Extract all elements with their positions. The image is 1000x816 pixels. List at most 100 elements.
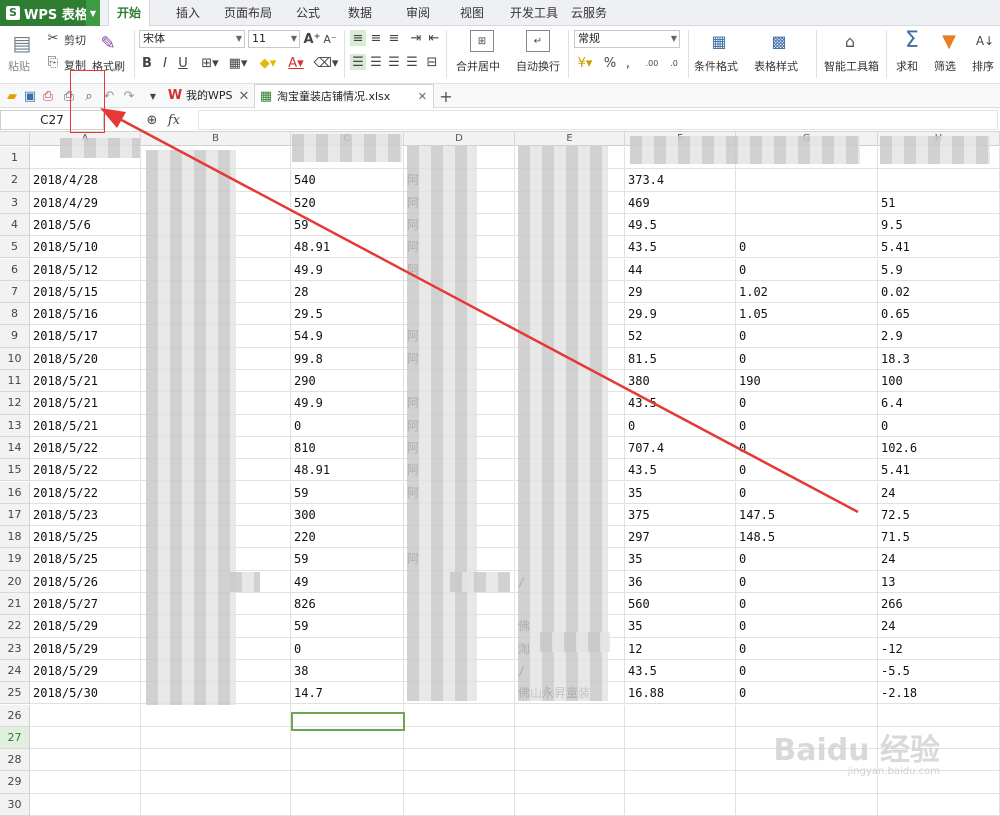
toolbox-icon[interactable]: ⌂ — [838, 30, 862, 52]
row-header[interactable]: 7 — [0, 280, 30, 304]
spreadsheet-grid[interactable]: ABCDEFGH122018/4/28540阿373.432018/4/2952… — [0, 132, 1000, 816]
cell-H5[interactable]: 5.41 — [878, 236, 1000, 259]
cell-F9[interactable]: 52 — [625, 325, 736, 348]
cell-G14[interactable]: 0 — [736, 436, 878, 460]
cell-F7[interactable]: 29 — [625, 280, 736, 304]
col-header-B[interactable]: B — [141, 132, 291, 146]
cell-F8[interactable]: 29.9 — [625, 303, 736, 326]
app-menu-button[interactable]: S WPS 表格 ▼ — [0, 0, 100, 26]
cell-A15[interactable]: 2018/5/22 — [30, 459, 141, 482]
cell-A26[interactable] — [30, 704, 141, 727]
cell-H21[interactable]: 266 — [878, 593, 1000, 616]
cell-A29[interactable] — [30, 771, 141, 794]
cell-C22[interactable]: 59 — [291, 615, 404, 638]
menu-8[interactable]: 开发工具 — [502, 0, 566, 26]
filter-button[interactable]: 筛选 — [934, 58, 956, 74]
select-all-corner[interactable] — [0, 132, 30, 146]
row-header[interactable]: 8 — [0, 303, 30, 326]
cell-F5[interactable]: 43.5 — [625, 236, 736, 259]
row-header[interactable]: 24 — [0, 659, 30, 683]
cell-A22[interactable]: 2018/5/29 — [30, 615, 141, 638]
row-header[interactable]: 2 — [0, 169, 30, 192]
cell-E27[interactable] — [515, 726, 625, 750]
font-color-icon[interactable]: A▾ — [284, 54, 308, 72]
cell-H3[interactable]: 51 — [878, 191, 1000, 214]
cell-F22[interactable]: 35 — [625, 615, 736, 638]
copy-icon[interactable]: ⎘ — [44, 54, 62, 70]
comma-icon[interactable]: , — [620, 54, 636, 72]
cell-A18[interactable]: 2018/5/25 — [30, 526, 141, 549]
number-format-select[interactable]: 常规 ▼ — [574, 30, 680, 48]
cell-H26[interactable] — [878, 704, 1000, 727]
cell-F30[interactable] — [625, 793, 736, 816]
cell-A20[interactable]: 2018/5/26 — [30, 570, 141, 593]
cell-H23[interactable]: -12 — [878, 637, 1000, 660]
cell-A13[interactable]: 2018/5/21 — [30, 414, 141, 437]
cell-A11[interactable]: 2018/5/21 — [30, 370, 141, 393]
cell-G26[interactable] — [736, 704, 878, 727]
increase-decimal-icon[interactable]: .00 — [642, 54, 662, 72]
close-icon[interactable]: ✕ — [418, 85, 427, 109]
wrap-text-button[interactable]: 自动换行 — [516, 58, 560, 74]
cell-E29[interactable] — [515, 771, 625, 794]
cell-B27[interactable] — [141, 726, 291, 750]
cell-C19[interactable]: 59 — [291, 548, 404, 571]
cell-C30[interactable] — [291, 793, 404, 816]
cell-G25[interactable]: 0 — [736, 682, 878, 705]
cell-C9[interactable]: 54.9 — [291, 325, 404, 348]
cell-H16[interactable]: 24 — [878, 481, 1000, 504]
row-header[interactable]: 11 — [0, 370, 30, 393]
outdent-icon[interactable]: ⇤ — [426, 30, 442, 46]
cell-G17[interactable]: 147.5 — [736, 503, 878, 527]
cell-A12[interactable]: 2018/5/21 — [30, 392, 141, 415]
font-grow-icon[interactable]: A⁺ — [304, 30, 321, 48]
scissors-icon[interactable]: ✂ — [44, 30, 62, 46]
menu-7[interactable]: 视图 — [452, 0, 492, 26]
cell-H25[interactable]: -2.18 — [878, 682, 1000, 705]
cell-C17[interactable]: 300 — [291, 503, 404, 527]
cell-F12[interactable]: 43.5 — [625, 392, 736, 415]
tab-file[interactable]: ▦ 淘宝童装店铺情况.xlsx ✕ — [254, 84, 434, 108]
row-header[interactable]: 6 — [0, 258, 30, 281]
cell-H8[interactable]: 0.65 — [878, 303, 1000, 326]
cell-C8[interactable]: 29.5 — [291, 303, 404, 326]
cell-D27[interactable] — [404, 726, 515, 750]
row-header[interactable]: 22 — [0, 615, 30, 638]
cell-G13[interactable]: 0 — [736, 414, 878, 437]
paste-icon[interactable]: ▤ — [10, 30, 34, 56]
cell-F6[interactable]: 44 — [625, 258, 736, 281]
cell-C4[interactable]: 59 — [291, 213, 404, 237]
cell-A4[interactable]: 2018/5/6 — [30, 213, 141, 237]
cell-E30[interactable] — [515, 793, 625, 816]
cell-H17[interactable]: 72.5 — [878, 503, 1000, 527]
cell-D26[interactable] — [404, 704, 515, 727]
cell-D28[interactable] — [404, 749, 515, 772]
menu-6[interactable]: 审阅 — [398, 0, 438, 26]
col-header-E[interactable]: E — [515, 132, 625, 146]
paste-button[interactable]: 粘贴 — [8, 58, 30, 74]
conditional-format-button[interactable]: 条件格式 — [694, 58, 738, 74]
row-header[interactable]: 16 — [0, 481, 30, 504]
cell-G19[interactable]: 0 — [736, 548, 878, 571]
align-top-icon[interactable]: ≡ — [350, 30, 366, 46]
table-style-icon[interactable]: ▩ — [768, 30, 790, 52]
cell-F20[interactable]: 36 — [625, 570, 736, 593]
cell-H6[interactable]: 5.9 — [878, 258, 1000, 281]
cell-G22[interactable]: 0 — [736, 615, 878, 638]
font-size-select[interactable]: 11 ▼ — [248, 30, 300, 48]
cell-H7[interactable]: 0.02 — [878, 280, 1000, 304]
cell-C20[interactable]: 49 — [291, 570, 404, 593]
cell-G8[interactable]: 1.05 — [736, 303, 878, 326]
align-bottom-icon[interactable]: ≡ — [386, 30, 402, 46]
cell-F27[interactable] — [625, 726, 736, 750]
cell-C10[interactable]: 99.8 — [291, 347, 404, 370]
cell-C5[interactable]: 48.91 — [291, 236, 404, 259]
decrease-decimal-icon[interactable]: .0 — [664, 54, 684, 72]
cut-button[interactable]: 剪切 — [64, 32, 86, 48]
cell-H11[interactable]: 100 — [878, 370, 1000, 393]
cell-A3[interactable]: 2018/4/29 — [30, 191, 141, 214]
cell-A5[interactable]: 2018/5/10 — [30, 236, 141, 259]
font-family-select[interactable]: 宋体 ▼ — [139, 30, 245, 48]
cell-F16[interactable]: 35 — [625, 481, 736, 504]
row-header[interactable]: 5 — [0, 236, 30, 259]
